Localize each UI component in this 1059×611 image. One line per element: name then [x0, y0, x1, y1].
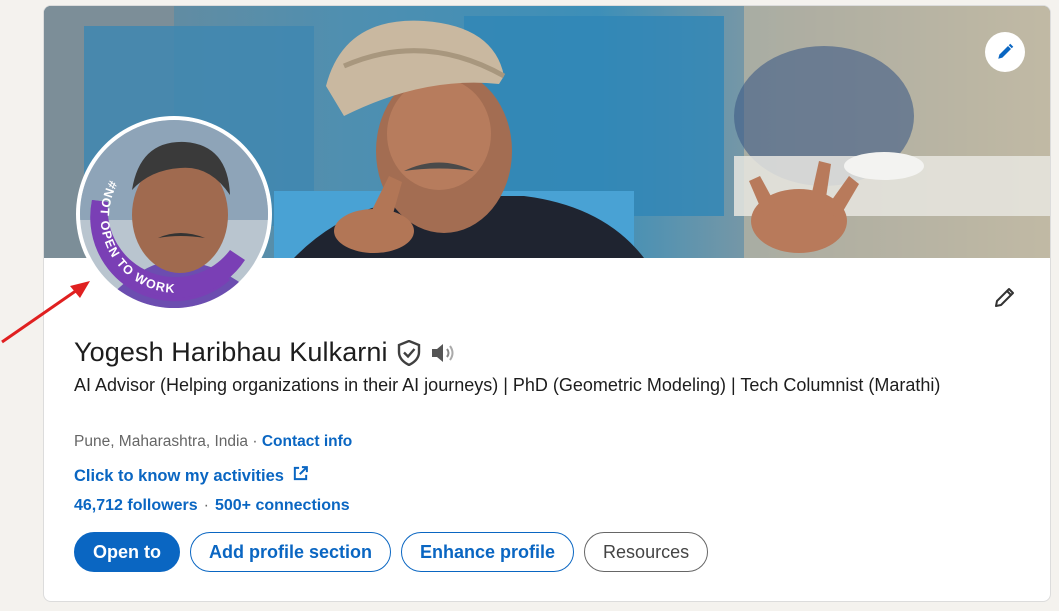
profile-headline: AI Advisor (Helping organizations in the…	[74, 375, 941, 395]
profile-page: #NOT OPEN TO WORK Yogesh Haribhau Kulkar…	[0, 0, 1059, 611]
pencil-icon	[996, 43, 1014, 61]
external-link-icon	[292, 465, 309, 487]
followers-link[interactable]: 46,712 followers	[74, 497, 198, 515]
profile-name: Yogesh Haribhau Kulkarni	[74, 337, 388, 367]
activities-link-label: Click to know my activities	[74, 466, 284, 485]
speaker-icon[interactable]	[430, 340, 456, 366]
resources-button[interactable]: Resources	[584, 532, 709, 572]
pencil-icon	[993, 285, 1017, 314]
contact-info-link[interactable]: Contact info	[262, 433, 352, 450]
add-profile-section-button[interactable]: Add profile section	[190, 532, 392, 572]
activities-link[interactable]: Click to know my activities	[74, 465, 309, 487]
profile-card: #NOT OPEN TO WORK Yogesh Haribhau Kulkar…	[43, 5, 1051, 602]
shield-check-icon[interactable]	[396, 339, 422, 366]
stats-row: 46,712 followers · 500+ connections	[74, 497, 350, 515]
location-text: Pune, Maharashtra, India	[74, 433, 249, 450]
connections-link[interactable]: 500+ connections	[215, 497, 350, 515]
enhance-profile-button[interactable]: Enhance profile	[401, 532, 575, 572]
location-separator: ·	[248, 433, 262, 450]
edit-intro-button[interactable]	[990, 284, 1020, 314]
open-to-button[interactable]: Open to	[74, 532, 180, 572]
profile-actions: Open to Add profile section Enhance prof…	[74, 532, 709, 572]
avatar-image: #NOT OPEN TO WORK	[80, 120, 268, 308]
edit-cover-button[interactable]	[985, 32, 1025, 72]
location-row: Pune, Maharashtra, India · Contact info	[74, 433, 352, 451]
stats-separator: ·	[203, 497, 209, 514]
red-arrow-icon	[1, 281, 90, 344]
profile-avatar[interactable]: #NOT OPEN TO WORK	[76, 116, 272, 312]
name-row: Yogesh Haribhau Kulkarni	[74, 337, 456, 368]
